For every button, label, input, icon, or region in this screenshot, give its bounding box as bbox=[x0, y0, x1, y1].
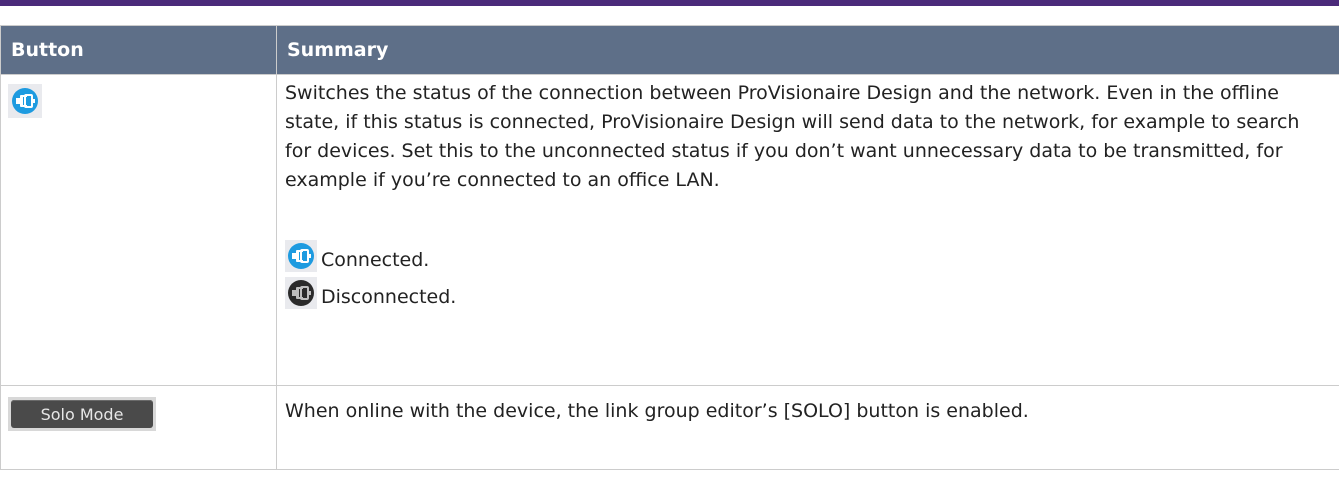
button-summary-table: Button Summary Switches the status of th… bbox=[0, 25, 1339, 470]
disconnected-icon bbox=[285, 276, 317, 309]
summary-text: When online with the device, the link gr… bbox=[285, 400, 1029, 422]
header-summary: Summary bbox=[276, 25, 1339, 75]
state-disconnected-label: Disconnected. bbox=[321, 286, 457, 308]
state-disconnected: Disconnected. bbox=[285, 274, 1329, 311]
button-cell: Solo Mode bbox=[0, 385, 277, 470]
summary-cell: Switches the status of the connection be… bbox=[276, 74, 1339, 386]
solo-mode-label: Solo Mode bbox=[11, 400, 153, 428]
top-accent-rule bbox=[0, 0, 1339, 6]
summary-cell: When online with the device, the link gr… bbox=[276, 385, 1339, 470]
button-cell bbox=[0, 74, 277, 386]
network-connect-icon[interactable] bbox=[8, 84, 42, 118]
connected-icon bbox=[285, 239, 317, 272]
state-connected: Connected. bbox=[285, 237, 1329, 274]
summary-text: Switches the status of the connection be… bbox=[285, 82, 1300, 191]
state-connected-label: Connected. bbox=[321, 249, 430, 271]
table-row: Solo Mode When online with the device, t… bbox=[0, 385, 1339, 470]
table-row: Switches the status of the connection be… bbox=[0, 74, 1339, 386]
table-header-row: Button Summary bbox=[0, 25, 1339, 75]
header-button: Button bbox=[0, 25, 277, 75]
solo-mode-button[interactable]: Solo Mode bbox=[8, 397, 156, 431]
